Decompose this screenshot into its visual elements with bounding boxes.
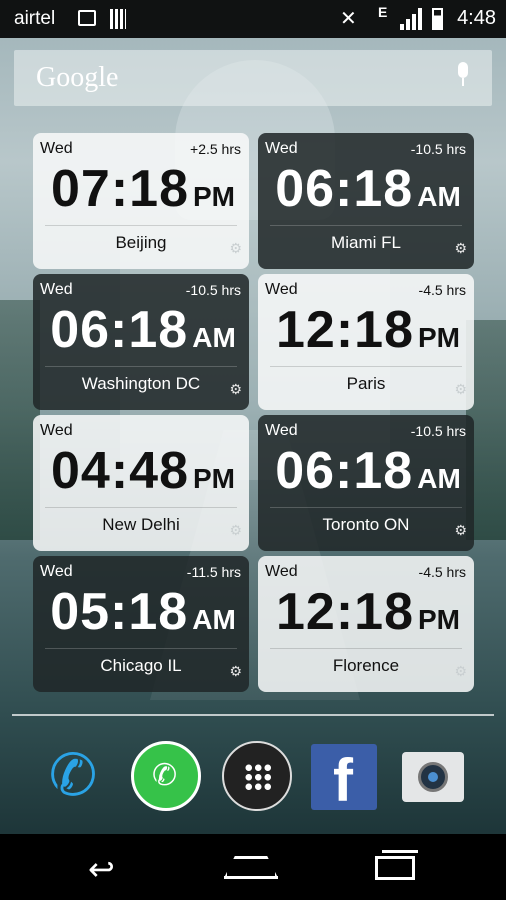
clock-widget[interactable]: Wed -11.5 hrs 05:18 AM Chicago IL ⚙ <box>33 556 249 692</box>
widget-city: Miami FL <box>331 233 401 252</box>
widget-divider <box>270 648 462 649</box>
widget-city: Paris <box>346 374 386 393</box>
mic-icon[interactable] <box>456 62 470 86</box>
back-icon[interactable]: ↩ <box>88 850 115 888</box>
network-type: E <box>378 4 388 20</box>
clock-widget[interactable]: Wed 04:48 PM New Delhi ⚙ <box>33 415 249 551</box>
widget-city: Washington DC <box>81 374 201 393</box>
widget-hour-minute: 04:48 <box>51 442 189 500</box>
navigation-bar: ↩ <box>0 834 506 900</box>
widget-am-pm: AM <box>192 604 236 635</box>
gear-icon[interactable]: ⚙ <box>454 522 467 539</box>
widget-divider <box>45 366 237 367</box>
widget-day: Wed <box>265 140 298 157</box>
gear-icon[interactable]: ⚙ <box>454 381 467 398</box>
widget-time: 12:18 PM <box>266 300 470 360</box>
dock-divider <box>12 714 494 716</box>
widget-time: 05:18 AM <box>41 582 245 642</box>
widget-time: 04:48 PM <box>41 441 245 501</box>
sim-icon <box>110 9 126 29</box>
camera-lens <box>418 762 448 792</box>
clock-widget[interactable]: Wed -4.5 hrs 12:18 PM Paris ⚙ <box>258 274 474 410</box>
widget-divider <box>45 225 237 226</box>
widget-time: 06:18 AM <box>41 300 245 360</box>
widget-day: Wed <box>265 422 298 439</box>
widget-hour-minute: 12:18 <box>276 301 414 359</box>
widget-am-pm: AM <box>417 463 461 494</box>
widget-offset: -11.5 hrs <box>186 564 241 580</box>
widget-divider <box>270 366 462 367</box>
gear-icon[interactable]: ⚙ <box>454 240 467 257</box>
widget-hour-minute: 07:18 <box>51 160 189 218</box>
widget-time: 07:18 PM <box>41 159 245 219</box>
widget-day: Wed <box>265 281 298 298</box>
widget-am-pm: PM <box>193 463 235 494</box>
app-launcher-icon[interactable] <box>222 741 292 811</box>
widget-hour-minute: 12:18 <box>276 583 414 641</box>
gear-icon[interactable]: ⚙ <box>229 240 242 257</box>
grid-dots-icon <box>244 763 272 791</box>
widget-city: Chicago IL <box>100 656 182 675</box>
mute-icon: ✕ <box>340 8 357 30</box>
widget-divider <box>45 648 237 649</box>
recent-apps-icon-back <box>382 850 418 853</box>
widget-hour-minute: 05:18 <box>50 583 189 641</box>
widget-day: Wed <box>40 281 73 298</box>
widget-divider <box>270 225 462 226</box>
battery-charging-icon <box>432 8 443 30</box>
widget-am-pm: PM <box>193 181 235 212</box>
status-time: 4:48 <box>457 7 496 29</box>
carrier-label: airtel <box>14 8 56 29</box>
widget-city: Florence <box>332 656 400 675</box>
widget-am-pm: PM <box>418 322 460 353</box>
google-search-bar[interactable]: Google <box>14 50 492 106</box>
gear-icon[interactable]: ⚙ <box>454 663 467 680</box>
widget-offset: +2.5 hrs <box>190 141 241 157</box>
widget-city: Beijing <box>115 233 167 252</box>
widget-am-pm: AM <box>192 322 236 353</box>
widget-time: 06:18 AM <box>266 159 470 219</box>
clock-widget[interactable]: Wed -4.5 hrs 12:18 PM Florence ⚙ <box>258 556 474 692</box>
clock-widget[interactable]: Wed -10.5 hrs 06:18 AM Toronto ON ⚙ <box>258 415 474 551</box>
widget-am-pm: AM <box>417 181 461 212</box>
widget-divider <box>270 507 462 508</box>
widget-city: Toronto ON <box>322 515 410 534</box>
widget-offset: -10.5 hrs <box>410 141 466 157</box>
widget-day: Wed <box>40 422 73 439</box>
widget-am-pm: PM <box>418 604 460 635</box>
widget-hour-minute: 06:18 <box>50 301 189 359</box>
camera-icon[interactable] <box>402 752 464 802</box>
notification-icon <box>78 10 96 26</box>
gear-icon[interactable]: ⚙ <box>229 381 242 398</box>
home-icon-base <box>224 876 278 879</box>
phone-icon[interactable]: ✆ <box>38 741 108 811</box>
clock-widget[interactable]: Wed -10.5 hrs 06:18 AM Miami FL ⚙ <box>258 133 474 269</box>
widget-offset: -10.5 hrs <box>185 282 241 298</box>
widget-offset: -10.5 hrs <box>410 423 466 439</box>
clock-widget[interactable]: Wed -10.5 hrs 06:18 AM Washington DC ⚙ <box>33 274 249 410</box>
gear-icon[interactable]: ⚙ <box>229 663 242 680</box>
widget-day: Wed <box>40 563 73 580</box>
widget-hour-minute: 06:18 <box>275 160 414 218</box>
gear-icon[interactable]: ⚙ <box>229 522 242 539</box>
widget-day: Wed <box>265 563 298 580</box>
widget-offset: -4.5 hrs <box>418 564 466 580</box>
widget-time: 12:18 PM <box>266 582 470 642</box>
widget-offset: -4.5 hrs <box>418 282 466 298</box>
widget-day: Wed <box>40 140 73 157</box>
home-icon[interactable] <box>224 856 278 878</box>
status-bar: airtel ✕ E 4:48 <box>0 0 506 38</box>
signal-icon <box>400 8 422 30</box>
recent-apps-icon[interactable] <box>375 856 415 880</box>
whatsapp-handset-icon: ✆ <box>152 759 178 792</box>
widget-hour-minute: 06:18 <box>275 442 414 500</box>
facebook-glyph: f <box>333 747 353 814</box>
widget-city: New Delhi <box>102 515 180 534</box>
widget-divider <box>45 507 237 508</box>
whatsapp-icon[interactable]: ✆ <box>131 741 201 811</box>
google-logo[interactable]: Google <box>36 62 118 94</box>
facebook-icon[interactable]: f <box>311 744 377 814</box>
clock-widget[interactable]: Wed +2.5 hrs 07:18 PM Beijing ⚙ <box>33 133 249 269</box>
widget-time: 06:18 AM <box>266 441 470 501</box>
